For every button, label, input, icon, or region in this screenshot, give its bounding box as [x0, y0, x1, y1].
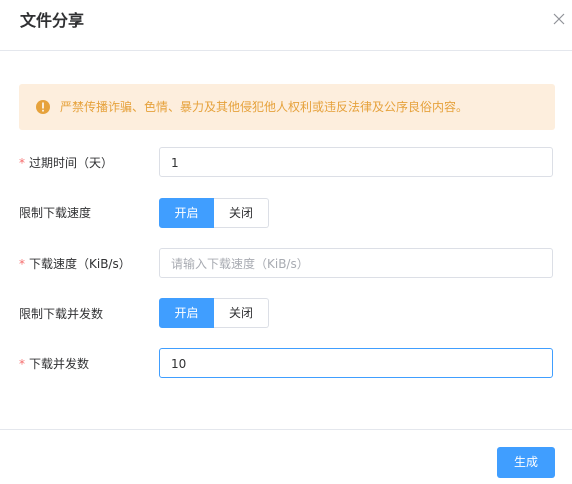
required-mark: *: [19, 357, 25, 371]
expire-label: * 过期时间（天）: [19, 155, 113, 171]
limit-concurrency-label-text: 限制下载并发数: [19, 307, 104, 321]
limit-speed-label: 限制下载速度: [19, 205, 91, 221]
warning-circle-icon: [35, 99, 51, 115]
limit-concurrency-label: 限制下载并发数: [19, 306, 103, 322]
required-mark: *: [19, 156, 25, 170]
limit-concurrency-off-button[interactable]: 关闭: [214, 298, 269, 328]
download-speed-input[interactable]: 请输入下载速度（KiB/s）: [159, 248, 553, 278]
limit-speed-on-button[interactable]: 开启: [159, 198, 214, 228]
limit-concurrency-toggle: 开启 关闭: [159, 298, 269, 328]
concurrency-value: 10: [171, 357, 187, 371]
required-mark: *: [19, 257, 25, 271]
dialog-title: 文件分享: [20, 11, 85, 30]
limit-speed-toggle: 开启 关闭: [159, 198, 269, 228]
expire-days-input[interactable]: 1: [159, 147, 553, 177]
concurrency-label-text: 下载并发数: [29, 357, 90, 371]
share-dialog: 文件分享 严禁传播诈骗、色情、暴力及其他侵犯他人权利或违反法律及公序良俗内容。 …: [0, 0, 572, 484]
limit-concurrency-on-button[interactable]: 开启: [159, 298, 214, 328]
warning-alert-text: 严禁传播诈骗、色情、暴力及其他侵犯他人权利或违反法律及公序良俗内容。: [60, 100, 469, 114]
limit-speed-label-text: 限制下载速度: [19, 206, 92, 220]
speed-label-text: 下载速度（KiB/s）: [29, 257, 131, 271]
speed-label: * 下载速度（KiB/s）: [19, 256, 131, 272]
close-icon[interactable]: [551, 11, 567, 27]
concurrency-input[interactable]: 10: [159, 348, 553, 378]
dialog-header: 文件分享: [0, 0, 572, 51]
concurrency-label: * 下载并发数: [19, 356, 89, 372]
warning-alert: 严禁传播诈骗、色情、暴力及其他侵犯他人权利或违反法律及公序良俗内容。: [19, 84, 555, 130]
generate-button[interactable]: 生成: [497, 447, 555, 478]
expire-days-value: 1: [171, 156, 179, 170]
download-speed-placeholder: 请输入下载速度（KiB/s）: [171, 257, 309, 271]
footer-divider: [0, 429, 572, 430]
expire-label-text: 过期时间（天）: [29, 156, 114, 170]
limit-speed-off-button[interactable]: 关闭: [214, 198, 269, 228]
